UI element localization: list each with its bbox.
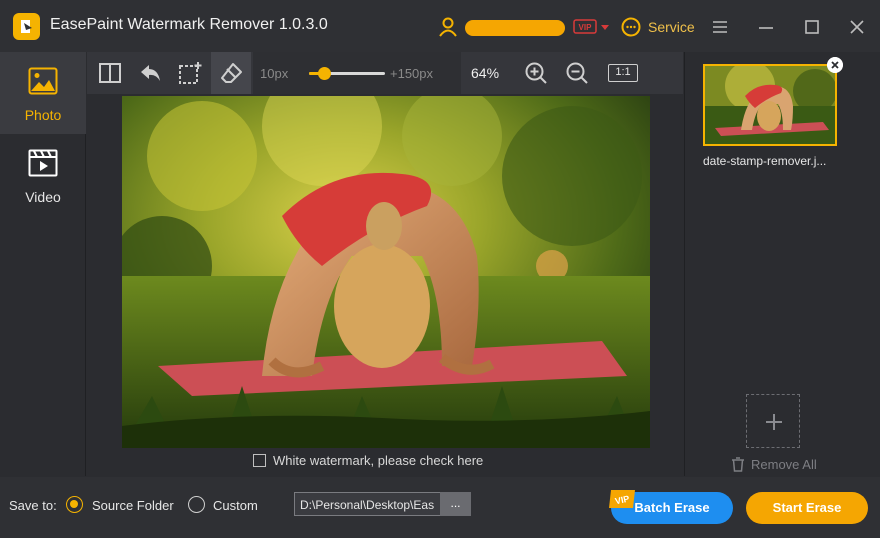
custom-radio[interactable] [188,496,205,513]
source-folder-label[interactable]: Source Folder [92,498,174,513]
file-list-panel: date-stamp-remover.j... Remove All [684,52,880,476]
zoom-level: 64% [471,65,500,81]
white-watermark-label: White watermark, please check here [273,453,484,468]
user-account-bar[interactable] [465,20,565,36]
minimize-icon[interactable] [757,18,775,36]
canvas-area: White watermark, please check here [87,94,683,476]
brush-size-min: 10px [260,66,289,81]
menu-icon[interactable] [711,18,729,36]
white-watermark-checkbox[interactable] [253,454,266,467]
eraser-icon [221,63,242,83]
remove-all-label: Remove All [751,457,817,472]
compare-icon [99,63,121,83]
app-logo-icon [13,13,40,40]
custom-label[interactable]: Custom [213,498,258,513]
eraser-button[interactable] [211,52,251,94]
photo-icon [28,67,58,95]
sidebar: Photo Video [0,52,86,476]
add-file-button[interactable] [746,394,800,448]
sidebar-item-label: Video [25,189,61,205]
chevron-down-icon[interactable] [600,22,610,32]
remove-file-icon[interactable] [827,57,843,73]
plus-icon [766,414,782,430]
browse-folder-button[interactable]: ... [440,492,471,516]
undo-icon [141,65,160,81]
zoom-out-icon [566,62,588,84]
select-rect-icon [179,62,202,84]
service-chat-icon[interactable] [620,16,642,38]
sidebar-item-video[interactable]: Video [0,134,86,216]
bottom-bar: Save to: Source Folder Custom D:\Persona… [0,477,880,538]
vip-badge-icon: VIP [609,490,635,508]
edit-toolbar: 10px +150px 64% 1:1 [87,52,683,94]
brush-size-max: +150px [390,66,434,81]
user-icon[interactable] [437,16,459,38]
service-link[interactable]: Service [648,19,695,35]
maximize-icon[interactable] [803,18,821,36]
file-thumbnail[interactable] [703,64,837,146]
zoom-in-button[interactable] [515,52,555,94]
sidebar-item-label: Photo [24,107,62,123]
save-path-field[interactable]: D:\Personal\Desktop\Eas [294,492,441,516]
save-to-label: Save to: [9,498,57,513]
vip-icon[interactable]: VIP [573,19,597,34]
compare-button[interactable] [89,52,129,94]
start-erase-button[interactable]: Start Erase [746,492,868,524]
trash-icon [732,457,744,472]
source-folder-radio[interactable] [66,496,83,513]
app-title: EasePaint Watermark Remover 1.0.3.0 [50,16,328,33]
close-icon[interactable] [848,18,866,36]
brush-size-slider-handle[interactable] [317,67,331,80]
editing-photo[interactable] [122,96,650,448]
actual-size-button[interactable]: 1:1 [608,64,638,82]
zoom-out-button[interactable] [556,52,596,94]
file-name: date-stamp-remover.j... [703,154,827,168]
select-rect-button[interactable] [169,52,209,94]
video-icon [28,149,58,177]
undo-button[interactable] [129,52,169,94]
zoom-in-icon [525,62,547,84]
title-bar: EasePaint Watermark Remover 1.0.3.0 VIP … [0,0,880,52]
sidebar-item-photo[interactable]: Photo [0,52,86,134]
vip-icon-text: VIP [579,23,593,32]
